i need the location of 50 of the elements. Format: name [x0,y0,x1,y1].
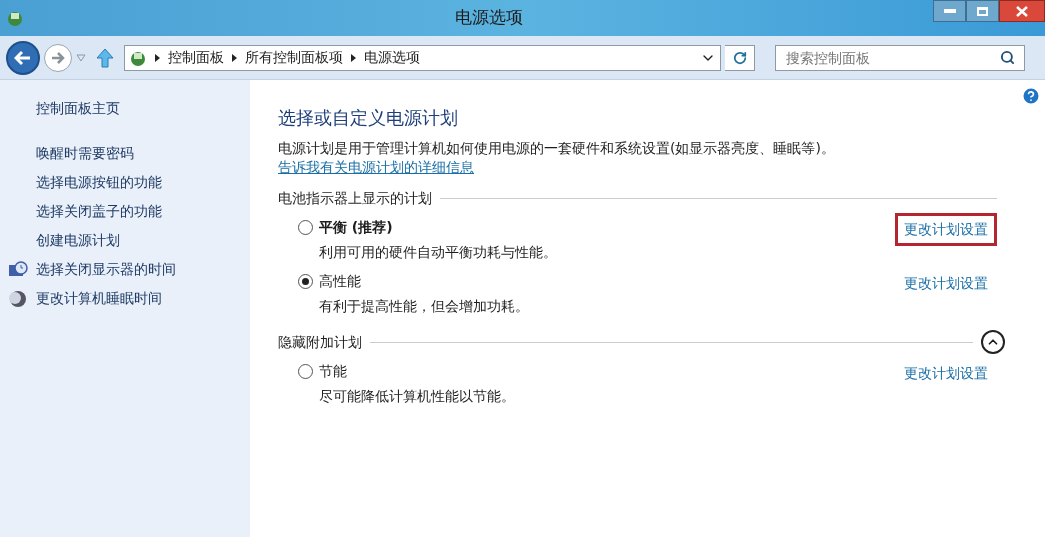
breadcrumb[interactable]: 控制面板 [168,47,224,68]
address-bar[interactable]: 控制面板 所有控制面板项 电源选项 [124,44,721,71]
plan-name[interactable]: 高性能 [319,271,361,292]
radio-button[interactable] [298,364,313,379]
collapse-button[interactable] [981,330,1005,354]
sidebar-link[interactable]: 选择关闭盖子的功能 [36,201,162,222]
sidebar-link[interactable]: 选择关闭显示器的时间 [36,259,176,280]
plan-description: 利用可用的硬件自动平衡功耗与性能。 [318,243,558,262]
sidebar-link[interactable]: 选择电源按钮的功能 [36,172,162,193]
description-text: 电源计划是用于管理计算机如何使用电源的一套硬件和系统设置(如显示器亮度、睡眠等)。 告诉我有关电源计划的详细信息 [278,139,836,177]
sidebar-link[interactable]: 创建电源计划 [36,230,120,251]
breadcrumb-arrow-icon[interactable] [351,53,356,62]
sidebar-link[interactable]: 控制面板主页 [36,98,120,119]
plan-name[interactable]: 节能 [319,361,347,382]
back-button[interactable] [6,40,40,75]
sidebar-link[interactable]: 更改计算机睡眠时间 [36,288,162,309]
section-heading: 隐藏附加计划 [278,332,362,352]
minimize-button[interactable] [933,0,966,22]
moon-icon [9,289,27,308]
close-button[interactable] [999,0,1045,22]
page-heading: 选择或自定义电源计划 [278,106,459,130]
search-icon[interactable] [1000,49,1015,65]
refresh-button[interactable] [725,44,755,71]
back-arrow-icon [14,49,32,66]
forward-arrow-icon [50,50,66,65]
change-plan-settings-link[interactable]: 更改计划设置 [895,267,997,300]
change-plan-settings-link[interactable]: 更改计划设置 [895,213,997,246]
radio-button[interactable] [298,220,313,235]
up-arrow-icon[interactable] [96,47,114,68]
plan-description: 有利于提高性能，但会增加功耗。 [318,297,530,316]
help-link[interactable]: 告诉我有关电源计划的详细信息 [278,159,474,175]
monitor-clock-icon [8,260,28,279]
forward-button[interactable] [44,43,72,72]
section-heading: 电池指示器上显示的计划 [278,188,432,208]
sidebar-link[interactable]: 唤醒时需要密码 [36,143,134,164]
breadcrumb-arrow-icon[interactable] [155,53,160,62]
search-field[interactable]: 搜索控制面板 [775,44,1025,71]
plan-description: 尽可能降低计算机性能以节能。 [318,387,516,406]
close-icon [1016,5,1028,17]
change-plan-settings-link[interactable]: 更改计划设置 [895,357,997,390]
breadcrumb[interactable]: 电源选项 [364,47,420,68]
breadcrumb[interactable]: 所有控制面板项 [245,47,343,68]
breadcrumb-arrow-icon[interactable] [232,53,237,62]
window-title: 电源选项 [454,6,523,30]
maximize-button[interactable] [966,0,999,22]
plan-name[interactable]: 平衡 (推荐) [319,217,393,238]
radio-button[interactable] [298,274,313,289]
power-options-icon [6,9,24,27]
refresh-icon [732,50,747,65]
help-icon[interactable] [1021,86,1041,106]
